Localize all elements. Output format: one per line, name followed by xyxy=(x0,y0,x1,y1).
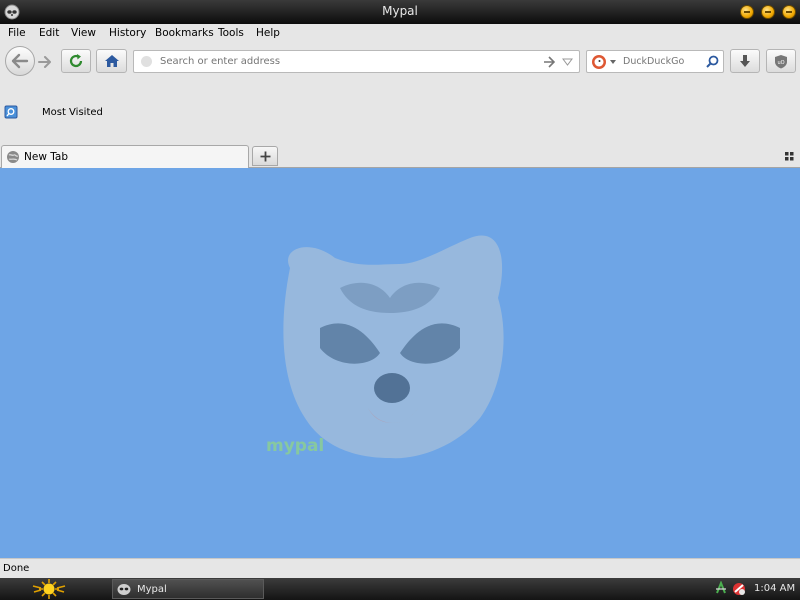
globe-icon xyxy=(7,151,19,163)
forward-button[interactable] xyxy=(34,52,56,72)
menu-tools[interactable]: Tools xyxy=(218,27,244,39)
home-button[interactable] xyxy=(96,49,127,73)
search-bar[interactable] xyxy=(586,50,724,73)
maximize-button[interactable] xyxy=(761,5,775,19)
menu-view[interactable]: View xyxy=(71,27,96,39)
duckduckgo-engine-icon[interactable] xyxy=(591,54,607,70)
site-identity-icon[interactable] xyxy=(141,56,152,67)
taskbar-clock: 1:04 AM xyxy=(754,583,796,594)
back-arrow-icon xyxy=(11,53,29,69)
status-text: Done xyxy=(3,563,30,574)
menu-bookmarks[interactable]: Bookmarks xyxy=(155,27,214,39)
tab-new-tab[interactable]: New Tab xyxy=(1,145,249,168)
page-content: mypal xyxy=(0,168,800,558)
go-arrow-icon[interactable] xyxy=(543,56,555,68)
reload-icon xyxy=(69,54,83,68)
home-icon xyxy=(104,55,119,67)
engine-dropdown-icon[interactable] xyxy=(610,60,616,64)
mypal-task-icon xyxy=(117,584,131,595)
taskbar-item-label: Mypal xyxy=(137,584,167,595)
tab-groups-icon[interactable] xyxy=(785,152,794,161)
downloads-button[interactable] xyxy=(730,49,760,73)
url-input[interactable] xyxy=(160,51,530,72)
back-button[interactable] xyxy=(5,46,35,76)
navigation-toolbar: uO xyxy=(0,42,800,80)
reload-button[interactable] xyxy=(61,49,91,73)
close-button[interactable] xyxy=(782,5,796,19)
status-bar: Done xyxy=(0,558,800,578)
title-bar: Mypal xyxy=(0,0,800,24)
os-taskbar: Mypal 1:04 AM xyxy=(0,578,800,600)
bookmarks-toolbar: Most Visited xyxy=(0,80,800,144)
menu-edit[interactable]: Edit xyxy=(39,27,59,39)
menu-bar: File Edit View History Bookmarks Tools H… xyxy=(0,24,800,42)
mypal-logo-text: mypal xyxy=(266,436,325,456)
new-tab-button[interactable] xyxy=(252,146,278,166)
menu-history[interactable]: History xyxy=(109,27,146,39)
menu-file[interactable]: File xyxy=(8,27,26,39)
raccoon-mascot-image xyxy=(283,235,504,459)
menu-help[interactable]: Help xyxy=(256,27,280,39)
address-bar[interactable] xyxy=(133,50,580,73)
tab-label: New Tab xyxy=(24,151,69,163)
start-menu-sun-icon[interactable] xyxy=(22,578,76,600)
network-tray-icon[interactable] xyxy=(715,581,727,595)
ublock-shield-icon: uO xyxy=(775,54,787,68)
history-dropdown-icon[interactable] xyxy=(562,58,573,66)
app-tray-icon[interactable] xyxy=(731,581,747,597)
search-icon[interactable] xyxy=(706,55,719,68)
forward-arrow-icon xyxy=(38,56,51,68)
window-title: Mypal xyxy=(382,4,418,18)
most-visited-bookmark[interactable]: Most Visited xyxy=(42,107,103,118)
tab-strip: New Tab xyxy=(0,144,800,168)
ublock-button[interactable]: uO xyxy=(766,49,796,73)
bookmark-folder-icon[interactable] xyxy=(4,105,18,119)
download-icon xyxy=(740,55,750,67)
svg-text:uO: uO xyxy=(777,60,784,66)
plus-icon xyxy=(260,151,270,161)
minimize-button[interactable] xyxy=(740,5,754,19)
search-input[interactable] xyxy=(623,51,703,72)
taskbar-item-mypal[interactable]: Mypal xyxy=(112,579,264,599)
